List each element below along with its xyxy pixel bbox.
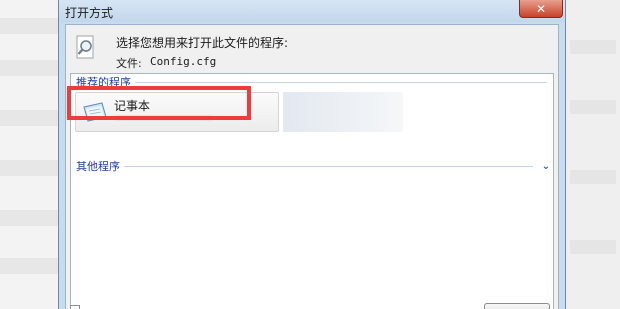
- background-blur-row: [0, 18, 58, 34]
- open-with-dialog: 打开方式 ✕ 选择您想用来打开此文件的程序: 文件: Config.cfg 推荐…: [58, 0, 566, 309]
- background-blur-row: [0, 258, 58, 274]
- dialog-titlebar[interactable]: 打开方式 ✕: [59, 0, 565, 22]
- dialog-title: 打开方式: [65, 6, 114, 20]
- file-label: 文件:: [116, 57, 142, 70]
- background-blur-row: [0, 110, 58, 126]
- background-blur-row: [570, 100, 616, 114]
- close-icon: ✕: [535, 1, 547, 16]
- dialog-client-area: 选择您想用来打开此文件的程序: 文件: Config.cfg 推荐的程序 记事本: [65, 24, 559, 309]
- close-button[interactable]: ✕: [519, 0, 563, 18]
- dialog-prompt: 选择您想用来打开此文件的程序:: [116, 36, 289, 50]
- chevron-down-icon[interactable]: ⌄: [539, 161, 553, 172]
- file-name: Config.cfg: [150, 55, 217, 68]
- magnifier-icon: [76, 35, 94, 59]
- browse-button[interactable]: [484, 303, 550, 309]
- background-blur-row: [570, 170, 616, 184]
- other-group-label: 其他程序: [76, 160, 120, 173]
- other-group-header[interactable]: 其他程序 ⌄: [71, 159, 553, 173]
- background-blur-row: [0, 160, 58, 176]
- group-divider: [135, 81, 547, 83]
- always-use-checkbox[interactable]: [70, 305, 80, 309]
- background-blur-row: [570, 240, 616, 254]
- background-blur-row: [570, 40, 616, 54]
- group-divider: [124, 165, 533, 167]
- background-blur-row: [0, 60, 58, 76]
- background-app-right: [566, 0, 620, 309]
- highlight-annotation: [67, 86, 251, 120]
- background-blur-row: [0, 210, 58, 226]
- background-app-left: [0, 0, 58, 309]
- program-item-blurred[interactable]: [283, 92, 403, 132]
